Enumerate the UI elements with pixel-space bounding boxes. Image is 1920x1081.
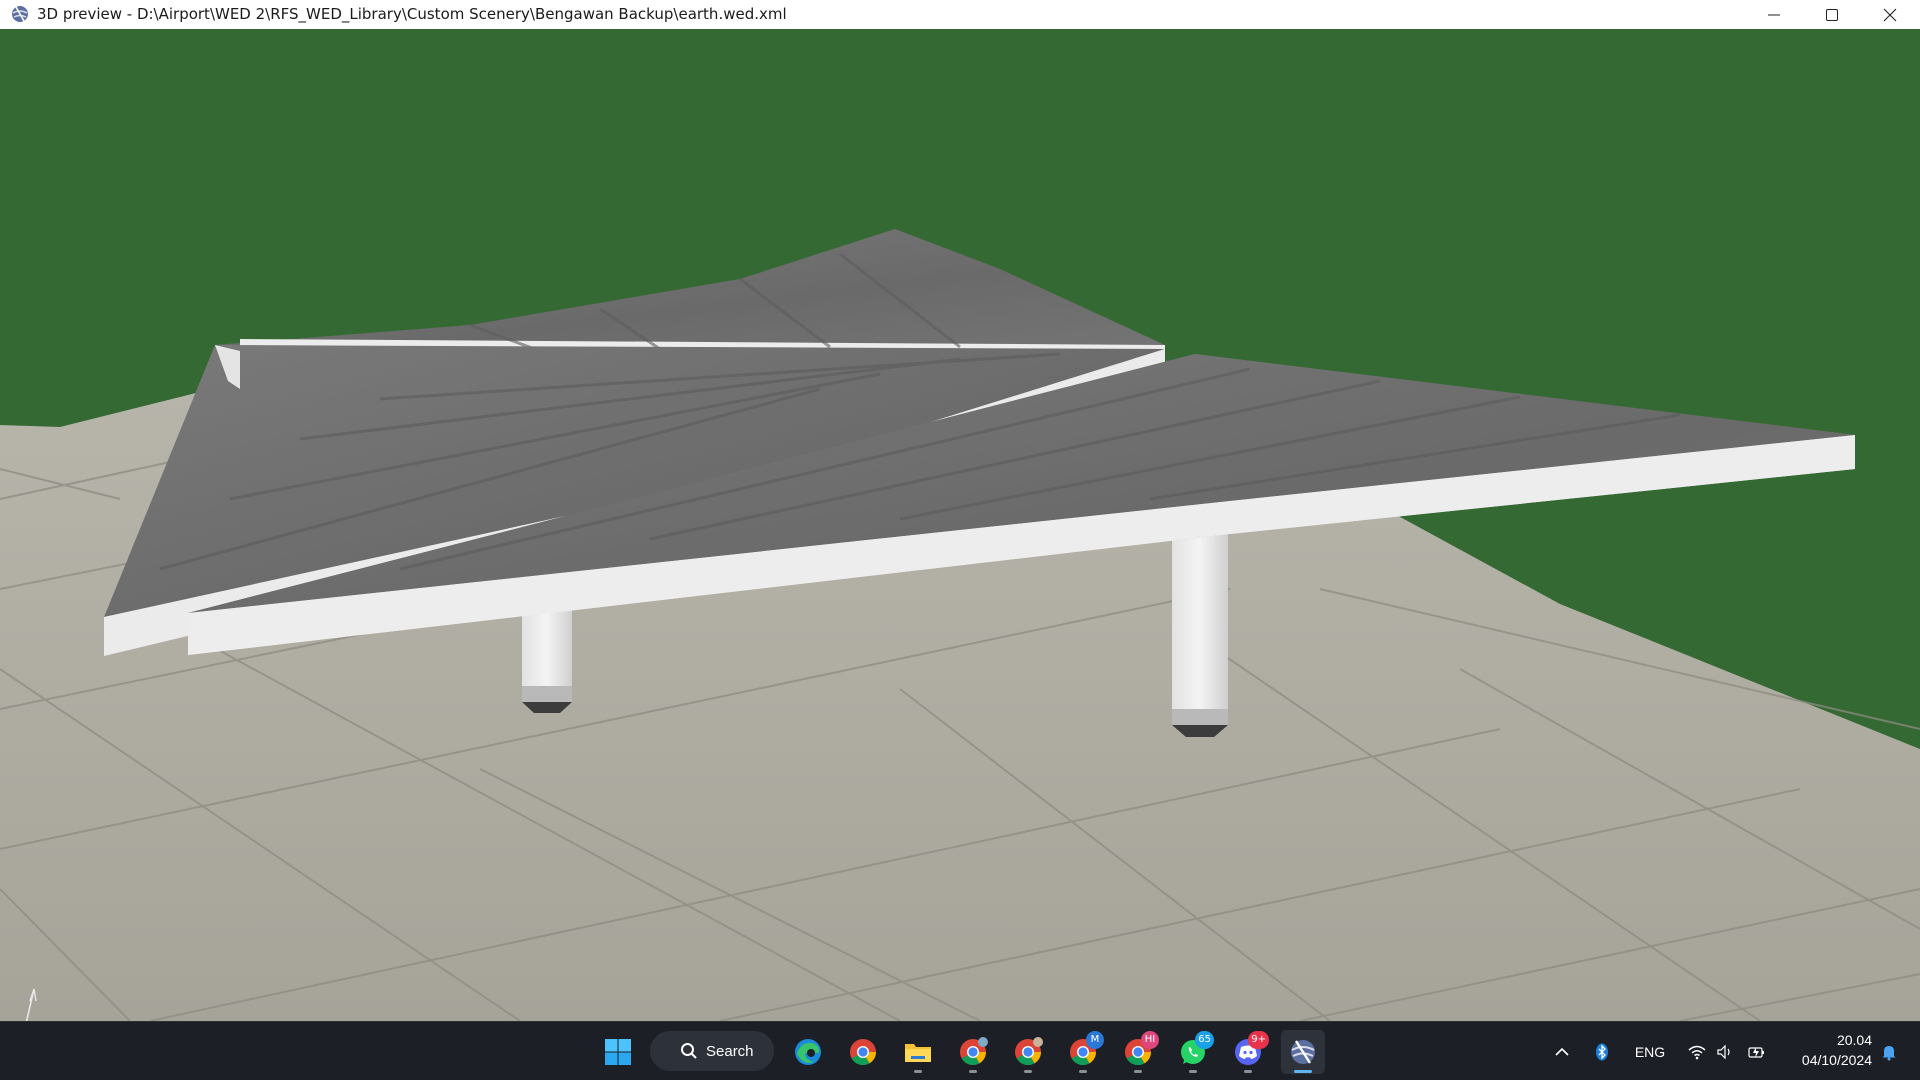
running-indicator: [969, 1070, 977, 1073]
running-indicator: [1134, 1070, 1142, 1073]
close-button[interactable]: [1861, 0, 1919, 29]
clock-time: 20.04: [1836, 1032, 1872, 1048]
running-indicator: [914, 1070, 922, 1073]
wed-globe-icon: [1291, 1040, 1315, 1064]
canopy-panel-back: [215, 229, 1165, 359]
maximize-icon: [1826, 8, 1838, 21]
battery-icon: [1748, 1046, 1764, 1058]
close-icon: [1883, 8, 1897, 21]
running-indicator: [1189, 1070, 1197, 1073]
chrome-icon: [1015, 1037, 1043, 1066]
profile-badge: HI: [1141, 1031, 1159, 1049]
running-indicator: [1079, 1070, 1087, 1073]
language-indicator: ENG: [1634, 1043, 1666, 1060]
minimize-button[interactable]: [1745, 0, 1803, 29]
wifi-icon: [1688, 1045, 1706, 1059]
chevron-up-icon: [1555, 1047, 1569, 1056]
start-button[interactable]: [596, 1030, 640, 1074]
compass-indicator: N: [14, 979, 42, 1021]
canopy-pillar-left: [522, 607, 572, 713]
taskbar-clock[interactable]: 20.04 04/10/2024: [1776, 1030, 1872, 1070]
tray-volume[interactable]: [1712, 1022, 1738, 1081]
canopy-pillar-right: [1172, 527, 1228, 737]
taskbar-app-discord[interactable]: 9+: [1226, 1030, 1270, 1074]
taskbar-app-chrome-profile-1[interactable]: [951, 1030, 995, 1074]
taskbar-app-chrome[interactable]: [841, 1030, 885, 1074]
chrome-icon: [850, 1039, 877, 1066]
taskbar-app-chrome-profile-3[interactable]: M: [1061, 1030, 1105, 1074]
wed-globe-icon: [10, 4, 30, 24]
taskbar: Search M HI 65 9+ ENG 20.04 04/10/2024: [0, 1021, 1920, 1080]
tray-bluetooth[interactable]: [1590, 1022, 1614, 1081]
tray-notifications[interactable]: [1874, 1022, 1904, 1081]
bell-icon: [1882, 1045, 1896, 1060]
notification-badge: 9+: [1248, 1031, 1269, 1049]
windows-start-icon: [605, 1039, 631, 1065]
active-indicator: [1294, 1070, 1312, 1073]
bluetooth-icon: [1596, 1043, 1608, 1060]
title-bar: 3D preview - D:\Airport\WED 2\RFS_WED_Li…: [0, 0, 1920, 29]
chrome-icon: [960, 1037, 988, 1066]
folder-icon: [905, 1044, 931, 1062]
taskbar-app-chrome-profile-4[interactable]: HI: [1116, 1030, 1160, 1074]
search-label: Search: [706, 1042, 754, 1060]
volume-icon: [1717, 1044, 1730, 1059]
running-indicator: [1024, 1070, 1032, 1073]
tray-overflow-button[interactable]: [1548, 1022, 1576, 1081]
taskbar-app-chrome-profile-2[interactable]: [1006, 1030, 1050, 1074]
unread-badge: 65: [1195, 1031, 1214, 1049]
minimize-icon: [1768, 14, 1780, 15]
edge-icon: [795, 1039, 821, 1065]
3d-preview-viewport[interactable]: N: [0, 29, 1920, 1021]
taskbar-app-edge[interactable]: [786, 1030, 830, 1074]
3d-scene: [0, 229, 1920, 1021]
profile-badge: M: [1086, 1031, 1104, 1049]
taskbar-app-file-explorer[interactable]: [896, 1030, 940, 1074]
tray-battery[interactable]: [1742, 1022, 1770, 1081]
running-indicator: [1244, 1070, 1252, 1073]
search-icon: [681, 1043, 697, 1059]
taskbar-app-worldeditor[interactable]: [1281, 1030, 1325, 1074]
taskbar-app-whatsapp[interactable]: 65: [1171, 1030, 1215, 1074]
tray-language[interactable]: ENG: [1628, 1022, 1672, 1081]
taskbar-search-box[interactable]: Search: [650, 1031, 774, 1071]
tray-wifi[interactable]: [1684, 1022, 1710, 1081]
maximize-button[interactable]: [1803, 0, 1861, 29]
clock-date: 04/10/2024: [1801, 1052, 1872, 1068]
window-title: 3D preview - D:\Airport\WED 2\RFS_WED_Li…: [37, 5, 787, 23]
